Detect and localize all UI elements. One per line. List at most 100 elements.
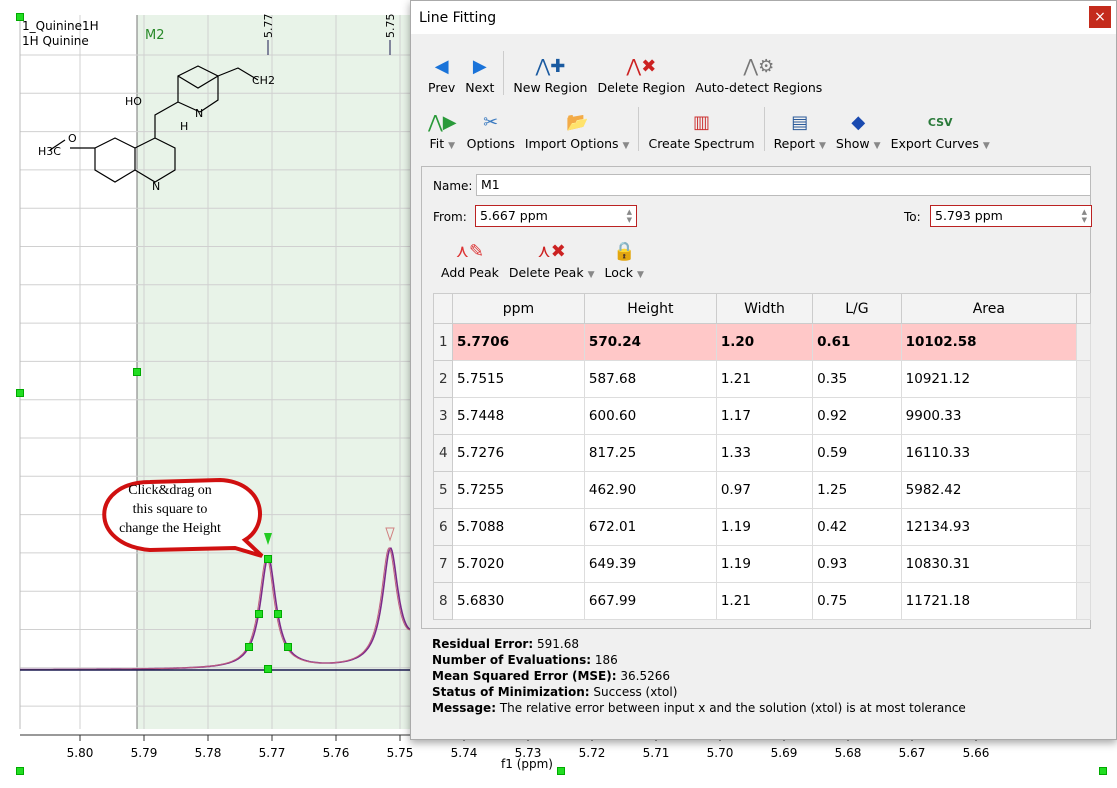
resize-handle[interactable] [16,767,24,775]
report-button[interactable]: ▤ Report ▼ [769,110,831,151]
table-cell[interactable]: 0.42 [812,508,902,546]
table-cell[interactable]: 1.19 [715,508,814,546]
name-input[interactable]: M1 [476,174,1091,196]
delete-peak-button[interactable]: ⋏✖ Delete Peak ▼ [504,239,600,280]
table-cell[interactable]: 5.7515 [452,360,585,398]
add-peak-button[interactable]: ⋏✎ Add Peak [436,239,504,280]
table-cell[interactable]: 5.7276 [452,434,585,472]
table-cell[interactable]: 1.21 [715,582,814,620]
table-row[interactable]: 2 5.7515 587.68 1.21 0.35 10921.12 [433,360,1091,398]
table-cell[interactable]: 5.7706 [452,323,585,361]
table-cell[interactable]: 12134.93 [900,508,1078,546]
auto-detect-regions-button[interactable]: ⋀⚙ Auto-detect Regions [690,54,827,95]
table-cell[interactable]: 16110.33 [900,434,1078,472]
position-handle[interactable] [264,665,272,673]
table-cell[interactable]: 0.59 [812,434,902,472]
table-cell[interactable]: 1.25 [812,471,902,509]
table-cell[interactable]: 667.99 [583,582,717,620]
table-row[interactable]: 8 5.6830 667.99 1.21 0.75 11721.18 [433,582,1091,620]
column-header-lg[interactable]: L/G [812,293,902,324]
table-cell[interactable]: 0.61 [812,323,902,361]
delete-region-button[interactable]: ⋀✖ Delete Region [592,54,690,95]
table-cell[interactable]: 10921.12 [900,360,1078,398]
delete-region-label: Delete Region [597,80,686,95]
table-cell[interactable]: 600.60 [583,397,717,435]
row-number[interactable]: 3 [433,397,453,435]
table-cell[interactable]: 1.19 [715,545,814,583]
table-cell[interactable]: 1.33 [715,434,814,472]
table-cell[interactable]: 10102.58 [900,323,1078,361]
width-handle-left[interactable] [255,610,263,618]
width-handle-right[interactable] [274,610,282,618]
table-cell[interactable]: 9900.33 [900,397,1078,435]
table-cell[interactable]: 587.68 [583,360,717,398]
options-button[interactable]: ✂ Options [462,110,520,151]
table-cell[interactable]: 570.24 [583,323,717,361]
column-header-height[interactable]: Height [583,293,717,324]
row-number[interactable]: 7 [433,545,453,583]
table-cell[interactable]: 5.7020 [452,545,585,583]
row-number[interactable]: 4 [433,434,453,472]
export-curves-button[interactable]: CSV Export Curves ▼ [886,110,995,151]
table-row[interactable]: 3 5.7448 600.60 1.17 0.92 9900.33 [433,397,1091,435]
from-label: From: [433,210,467,224]
row-number[interactable]: 2 [433,360,453,398]
table-cell[interactable]: 462.90 [583,471,717,509]
table-cell[interactable]: 649.39 [583,545,717,583]
table-cell[interactable]: 5.6830 [452,582,585,620]
new-region-button[interactable]: ⋀✚ New Region [508,54,592,95]
table-cell[interactable]: 11721.18 [900,582,1078,620]
lg-handle-right[interactable] [284,643,292,651]
table-cell[interactable]: 1.17 [715,397,814,435]
create-spectrum-button[interactable]: ▥ Create Spectrum [643,110,759,151]
column-header-ppm[interactable]: ppm [452,293,585,324]
dialog-title: Line Fitting [419,9,497,26]
resize-handle[interactable] [16,389,24,397]
table-row[interactable]: 6 5.7088 672.01 1.19 0.42 12134.93 [433,508,1091,546]
table-cell[interactable]: 5.7255 [452,471,585,509]
table-cell[interactable]: 0.35 [812,360,902,398]
resize-handle[interactable] [16,13,24,21]
row-number[interactable]: 6 [433,508,453,546]
row-number[interactable]: 1 [433,323,453,361]
table-cell[interactable]: 1.20 [715,323,814,361]
table-cell[interactable]: 1.21 [715,360,814,398]
x-tick-label: 5.67 [899,746,926,760]
fit-button[interactable]: ⋀▶ Fit ▼ [423,110,462,151]
table-cell[interactable]: 0.97 [715,471,814,509]
resize-handle[interactable] [557,767,565,775]
import-options-button[interactable]: 📂 Import Options ▼ [520,110,635,151]
table-cell[interactable]: 0.93 [812,545,902,583]
resize-handle[interactable] [1099,767,1107,775]
table-cell[interactable]: 0.92 [812,397,902,435]
table-cell[interactable]: 0.75 [812,582,902,620]
to-spinbox[interactable]: 5.793 ppm ▲ ▼ [930,205,1092,227]
table-cell[interactable]: 5.7448 [452,397,585,435]
table-cell[interactable]: 5982.42 [900,471,1078,509]
table-row[interactable]: 7 5.7020 649.39 1.19 0.93 10830.31 [433,545,1091,583]
table-cell[interactable]: 672.01 [583,508,717,546]
table-row[interactable]: 5 5.7255 462.90 0.97 1.25 5982.42 [433,471,1091,509]
table-row[interactable]: 4 5.7276 817.25 1.33 0.59 16110.33 [433,434,1091,472]
close-button[interactable]: × [1089,6,1111,28]
row-number[interactable]: 8 [433,582,453,620]
region-handle[interactable] [133,368,141,376]
lock-button[interactable]: 🔒 Lock ▼ [600,239,649,280]
column-header-area[interactable]: Area [900,293,1078,324]
spinner-arrows-icon[interactable]: ▲ ▼ [1082,208,1087,224]
from-spinbox[interactable]: 5.667 ppm ▲ ▼ [475,205,637,227]
table-row[interactable]: 1 5.7706 570.24 1.20 0.61 10102.58 [433,323,1091,361]
height-handle[interactable] [264,555,272,563]
lg-handle-left[interactable] [245,643,253,651]
dropdown-arrow-icon: ▼ [622,141,630,151]
table-cell[interactable]: 817.25 [583,434,717,472]
column-header-width[interactable]: Width [715,293,814,324]
prev-button[interactable]: ◀ Prev [423,54,460,95]
show-button[interactable]: ◆ Show ▼ [831,110,886,151]
next-button[interactable]: ▶ Next [460,54,499,95]
table-cell[interactable]: 5.7088 [452,508,585,546]
callout-bubble: Click&drag on this square to change the … [102,477,264,558]
row-number[interactable]: 5 [433,471,453,509]
spinner-arrows-icon[interactable]: ▲ ▼ [627,208,632,224]
table-cell[interactable]: 10830.31 [900,545,1078,583]
